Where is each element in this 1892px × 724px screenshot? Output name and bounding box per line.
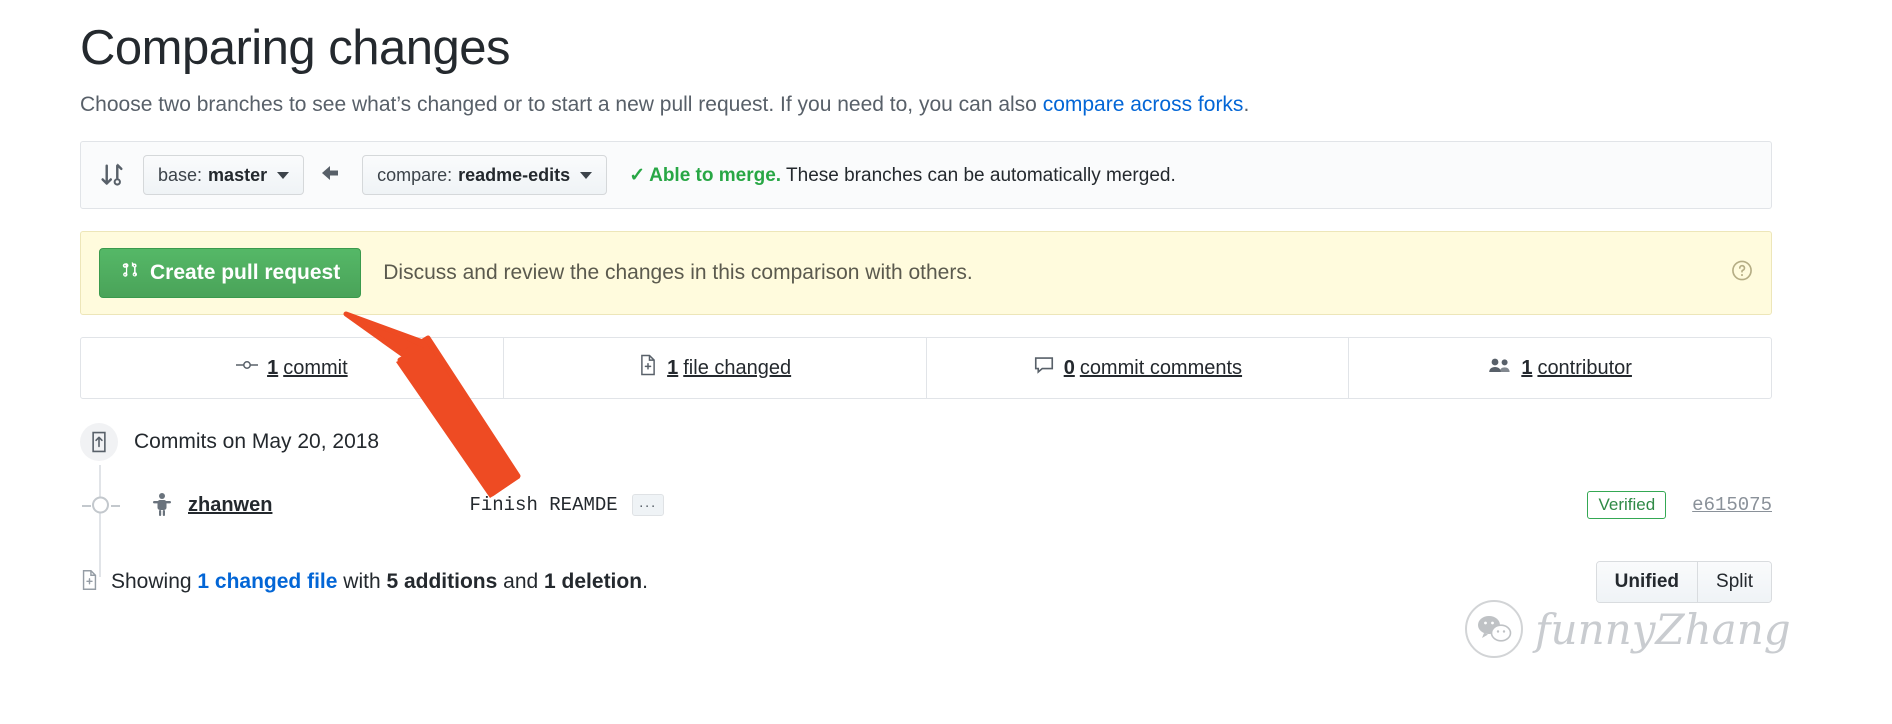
commit-row: zhanwen Finish REAMDE ··· Verified e6150… <box>80 477 1772 533</box>
repo-push-icon <box>80 423 118 462</box>
page-title: Comparing changes <box>80 21 511 75</box>
additions-count: 5 additions <box>386 570 498 594</box>
create-pr-banner: Create pull request Discuss and review t… <box>80 231 1772 316</box>
stat-contributors[interactable]: 1 contributor <box>1349 338 1771 398</box>
compare-across-forks-link[interactable]: compare across forks <box>1043 93 1244 116</box>
git-pull-request-icon <box>120 260 150 286</box>
stat-commits[interactable]: 1 commit <box>81 338 504 399</box>
rail-dash-left <box>82 505 91 508</box>
file-diff-icon <box>80 569 99 596</box>
people-icon <box>1488 356 1521 380</box>
base-branch-button[interactable]: base: master <box>143 155 305 196</box>
merge-status-rest: These branches can be automatically merg… <box>781 164 1176 186</box>
file-diff-icon <box>638 354 667 382</box>
commit-node-icon <box>92 496 109 514</box>
stat-commit-comments[interactable]: 0 commit comments <box>927 338 1350 399</box>
branch-selection-bar: base: master compare: readme-edits ✓ Able… <box>80 141 1772 210</box>
question-circle-icon[interactable] <box>1731 260 1753 287</box>
period-text: . <box>642 570 648 594</box>
avatar <box>148 491 176 519</box>
check-icon: ✓ <box>629 164 646 186</box>
base-branch-value: master <box>208 164 268 185</box>
wechat-icon <box>1465 600 1523 658</box>
stat-comments-count: 0 <box>1063 356 1075 379</box>
comparison-stats-bar: 1 commit 1 file changed 0 commit comment… <box>80 337 1772 400</box>
compare-icon <box>99 162 125 188</box>
status-badge[interactable]: Verified <box>1587 491 1667 520</box>
subtitle-prefix: Choose two branches to see what’s change… <box>80 92 1043 116</box>
commits-date-label: Commits on May 20, 2018 <box>134 430 380 454</box>
commit-expand-ellipsis-button[interactable]: ··· <box>631 494 664 517</box>
diff-summary-text: Showing 1 changed file with 5 additions … <box>111 570 648 594</box>
commit-author-link[interactable]: zhanwen <box>188 494 272 517</box>
create-pull-request-label: Create pull request <box>150 261 341 285</box>
chevron-down-icon <box>580 171 593 179</box>
comparing-changes-page: Comparing changes Choose two branches to… <box>0 0 1892 724</box>
compare-branch-value: readme-edits <box>458 164 571 185</box>
merge-status: ✓ Able to merge. These branches can be au… <box>629 164 1176 187</box>
comment-icon <box>1033 355 1064 381</box>
compare-branch-button[interactable]: compare: readme-edits <box>362 155 608 196</box>
page-container: Comparing changes Choose two branches to… <box>80 0 1772 604</box>
diff-summary-row: Showing 1 changed file with 5 additions … <box>80 561 1772 604</box>
stat-contributors-count: 1 <box>1521 356 1533 379</box>
stat-contributors-label: contributor <box>1537 356 1632 379</box>
stat-files-count: 1 <box>667 356 679 379</box>
subtitle-suffix: . <box>1243 92 1250 116</box>
diff-view-toggle: Unified Split <box>1595 561 1772 604</box>
stat-files-label: file changed <box>683 356 792 379</box>
commits-date-header: Commits on May 20, 2018 <box>80 419 1772 465</box>
merge-status-bold: Able to merge. <box>649 164 782 186</box>
arrow-left-icon <box>320 163 346 188</box>
create-pull-request-button[interactable]: Create pull request <box>99 248 362 299</box>
stat-files-changed[interactable]: 1 file changed <box>504 338 927 399</box>
commit-sha-link[interactable]: e615075 <box>1692 494 1772 516</box>
commits-section: Commits on May 20, 2018 zhanwen Finish R… <box>80 419 1772 578</box>
showing-prefix: Showing <box>111 570 198 594</box>
commit-icon <box>235 356 267 380</box>
and-text: and <box>497 570 545 594</box>
stat-comments-label: commit comments <box>1079 356 1243 379</box>
watermark-text: funnyZhang <box>1535 604 1791 654</box>
chevron-down-icon <box>277 171 290 179</box>
changed-file-link[interactable]: 1 changed file <box>197 570 337 593</box>
compare-branch-label: compare: <box>377 164 453 185</box>
diff-view-unified-button[interactable]: Unified <box>1596 562 1698 603</box>
rail-dash-right <box>111 505 120 508</box>
stat-commits-count: 1 <box>267 356 279 379</box>
pr-banner-description: Discuss and review the changes in this c… <box>383 261 973 285</box>
watermark: funnyZhang <box>1465 600 1791 658</box>
stat-commits-label: commit <box>283 356 348 379</box>
base-branch-label: base: <box>158 164 203 185</box>
deletions-count: 1 deletion <box>544 570 643 594</box>
with-text: with <box>337 570 387 594</box>
page-subtitle: Choose two branches to see what’s change… <box>80 90 1772 119</box>
diff-view-split-button[interactable]: Split <box>1697 562 1771 603</box>
commit-meta: Verified e615075 <box>1587 491 1772 520</box>
commit-message: Finish REAMDE <box>469 494 618 517</box>
